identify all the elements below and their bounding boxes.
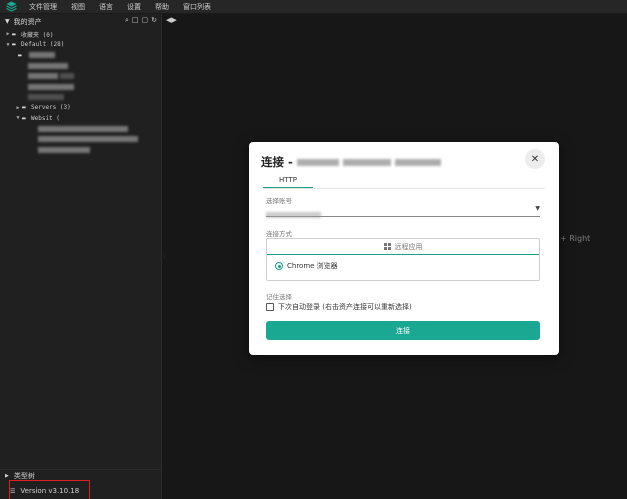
menu-help[interactable]: 帮助: [148, 0, 176, 14]
folder-open-icon: ▬: [22, 114, 26, 122]
collapse-triangle-icon: ▼: [5, 18, 10, 25]
app-logo-icon: [0, 0, 22, 14]
remember-label: 记住选择: [266, 293, 292, 301]
tree-node-label: 收藏夹 (0): [21, 31, 54, 39]
folder-icon: ▬: [22, 104, 26, 112]
tree-node-label: Websit (: [31, 114, 60, 122]
menu-language[interactable]: 语言: [92, 0, 120, 14]
dialog-title: 连接 -: [261, 154, 441, 170]
account-select[interactable]: ▼: [266, 203, 540, 218]
tree-node-redacted[interactable]: [0, 61, 161, 72]
connect-dialog: 连接 - ✕ HTTP 选择账号 ▼ 连接方式 远程应用 Chrome 浏览器: [249, 142, 559, 355]
method-label: 连接方式: [266, 230, 292, 238]
connect-method-box: 远程应用 Chrome 浏览器: [266, 238, 540, 281]
menu-window-list[interactable]: 窗口列表: [176, 0, 218, 14]
tree-node-label: Default (28): [21, 41, 65, 49]
tree-node-redacted[interactable]: [0, 92, 161, 103]
collapse-icon[interactable]: ▢: [142, 16, 149, 25]
tree-node-redacted[interactable]: [0, 124, 161, 135]
tree-node-favorites[interactable]: ▶ ▬ 收藏夹 (0): [0, 29, 161, 40]
tree-node-redacted[interactable]: [0, 145, 161, 156]
dialog-title-text: 连接 -: [261, 155, 293, 169]
tree-node-label: Servers (3): [31, 104, 71, 112]
close-icon: ✕: [530, 153, 540, 165]
asset-tree-title: 我的资产: [13, 17, 42, 26]
redacted-asset-name: [342, 158, 391, 166]
remote-app-label: 远程应用: [394, 242, 423, 251]
tree-node-redacted[interactable]: [0, 71, 161, 82]
collapse-arrow-icon[interactable]: ▼: [14, 115, 22, 121]
asset-tree: ▶ ▬ 收藏夹 (0) ▼ ▬ Default (28) ▬ ▶ ▬ Serve…: [0, 29, 161, 155]
split-right-hint: + Right: [560, 234, 591, 243]
sidebar: ▼ 我的资产 ⌕ □ ▢ ↻ ▶ ▬ 收藏夹 (0) ▼ ▬ Default (…: [0, 14, 162, 499]
menu-view[interactable]: 视图: [64, 0, 92, 14]
browser-option[interactable]: Chrome 浏览器: [275, 261, 338, 271]
collapse-arrow-icon[interactable]: ▼: [4, 42, 12, 48]
redacted-asset-name: [394, 158, 441, 166]
search-icon[interactable]: ⌕: [125, 16, 129, 25]
remote-app-tab[interactable]: 远程应用: [267, 239, 539, 255]
app-window: 文件管理 视图 语言 设置 帮助 窗口列表 ▼ 我的资产 ⌕ □ ▢ ↻ ▶ ▬…: [0, 0, 627, 499]
tree-node-websites[interactable]: ▼ ▬ Websit (: [0, 113, 161, 124]
browser-option-label: Chrome 浏览器: [287, 262, 338, 270]
auto-login-checkbox[interactable]: [266, 303, 274, 311]
tree-node-servers[interactable]: ▶ ▬ Servers (3): [0, 103, 161, 114]
expand-arrow-icon[interactable]: ▶: [4, 31, 12, 37]
tab-right-arrow-icon[interactable]: ▶: [171, 16, 176, 24]
tab-divider: [263, 188, 545, 189]
expand-arrow-icon[interactable]: ▶: [14, 105, 22, 111]
expand-triangle-icon: ▶: [5, 473, 9, 479]
connect-button[interactable]: 连接: [266, 321, 540, 340]
menu-file-manager[interactable]: 文件管理: [22, 0, 64, 14]
refresh-icon[interactable]: ↻: [151, 16, 157, 25]
folder-open-icon: ▬: [12, 41, 16, 49]
expand-icon[interactable]: □: [132, 16, 139, 25]
resize-handle[interactable]: ⋮: [162, 254, 167, 260]
auto-login-label: 下次自动登录 (右击资产连接可以重新选择): [278, 303, 412, 311]
redacted-asset-name: [296, 158, 339, 166]
tree-node-default[interactable]: ▼ ▬ Default (28): [0, 40, 161, 51]
tab-http[interactable]: HTTP: [263, 173, 313, 188]
folder-icon: ▬: [12, 30, 16, 38]
radio-selected[interactable]: [275, 262, 283, 270]
menubar: 文件管理 视图 语言 设置 帮助 窗口列表: [0, 0, 627, 14]
tree-node-redacted[interactable]: [0, 82, 161, 93]
auto-login-row[interactable]: 下次自动登录 (右击资产连接可以重新选择): [266, 302, 412, 312]
menu-settings[interactable]: 设置: [120, 0, 148, 14]
tree-node-redacted[interactable]: ▬: [0, 50, 161, 61]
highlight-box: [9, 480, 90, 499]
tree-node-redacted[interactable]: [0, 134, 161, 145]
redacted-account: [266, 212, 321, 218]
windows-icon: [383, 243, 391, 250]
close-button[interactable]: ✕: [525, 149, 545, 169]
tab-arrows[interactable]: ◀▶: [166, 16, 177, 24]
folder-icon: ▬: [18, 51, 22, 59]
sidebar-toolbar: ⌕ □ ▢ ↻: [125, 16, 157, 25]
dropdown-caret-icon: ▼: [535, 205, 540, 212]
